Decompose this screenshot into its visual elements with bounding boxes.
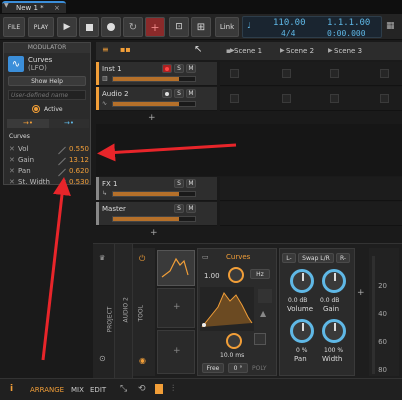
meter-tick: 20 <box>378 282 387 290</box>
meter-tick: 80 <box>378 366 387 374</box>
modulator-icon[interactable]: ◉ <box>139 356 146 365</box>
curve-up-icon[interactable]: ▲ <box>260 309 266 318</box>
expand-icon[interactable]: ⤡ <box>120 384 127 394</box>
right-invert-button[interactable]: R- <box>336 253 350 263</box>
volume-label: Volume <box>287 305 314 313</box>
folder-icon[interactable]: ▭ <box>202 253 209 261</box>
project-strip: ♛ PROJECT ⊙ <box>93 244 115 379</box>
l-label: L- <box>286 254 292 262</box>
curves-title: Curves <box>226 253 251 261</box>
volume-value: 0.0 dB <box>288 297 308 304</box>
arrow-to-modulator <box>97 143 237 162</box>
meter-tick: 40 <box>378 310 387 318</box>
gain-knob[interactable] <box>322 269 346 293</box>
meter-bar <box>372 256 375 374</box>
width-value: 100 % <box>324 347 344 354</box>
phase-label: 0 ° <box>233 364 243 372</box>
modulator-slot-empty[interactable]: + <box>157 288 195 328</box>
project-label: PROJECT <box>106 306 114 333</box>
phase-field[interactable]: 0 ° <box>228 363 248 373</box>
remote-icon[interactable]: ⊙ <box>99 354 106 363</box>
edit-tab[interactable]: EDIT <box>90 386 106 394</box>
curves-thumbnail-icon <box>161 257 189 278</box>
mixer-icon[interactable]: ⫶ <box>172 384 174 394</box>
pan-value: 0 % <box>296 347 308 354</box>
device-panel-icon[interactable] <box>155 384 163 394</box>
tool-device: L- Swap L/R R- 0.0 dB 0.0 dB Volume Gain… <box>279 248 355 376</box>
pan-label: Pan <box>294 355 307 363</box>
add-modulator-icon: + <box>173 346 181 356</box>
gain-value: 0.0 dB <box>320 297 340 304</box>
volume-knob[interactable] <box>290 269 314 293</box>
power-icon[interactable]: ⏻ <box>139 254 145 264</box>
curve-shape-display[interactable] <box>200 287 254 331</box>
width-label: Width <box>322 355 343 363</box>
arrange-tab[interactable]: ARRANGE <box>30 386 64 394</box>
info-icon[interactable]: i <box>10 384 13 394</box>
track-label: AUDIO 2 <box>122 297 130 323</box>
tool-strip: ⏻ TOOL ◉ <box>133 248 155 376</box>
swap-label: Swap L/R <box>302 254 330 262</box>
automation-icon[interactable]: ⟲ <box>138 384 146 394</box>
time-knob[interactable] <box>226 333 242 349</box>
pan-knob[interactable] <box>290 319 314 343</box>
modulator-slot-curves[interactable] <box>157 250 195 286</box>
sync-toggle[interactable] <box>254 333 266 345</box>
left-invert-button[interactable]: L- <box>282 253 296 263</box>
free-mode-dropdown[interactable]: Free <box>202 363 224 373</box>
status-bar: i ARRANGE MIX EDIT ⤡ ⟲ ⫶ <box>0 378 402 400</box>
arrow-to-params <box>41 177 71 361</box>
poly-label[interactable]: POLY <box>252 365 267 372</box>
track-strip: AUDIO 2 <box>115 244 133 379</box>
rate-unit-dropdown[interactable]: Hz <box>250 269 270 279</box>
r-label: R- <box>339 254 347 262</box>
rate-knob[interactable] <box>228 267 244 283</box>
tool-label: TOOL <box>137 305 145 322</box>
add-device-icon[interactable]: + <box>357 288 365 298</box>
time-value: 10.0 ms <box>220 352 245 359</box>
rate-unit-label: Hz <box>256 270 264 278</box>
add-modulator-icon: + <box>173 302 181 312</box>
free-label: Free <box>206 364 220 372</box>
swap-lr-button[interactable]: Swap L/R <box>298 253 334 263</box>
crown-icon: ♛ <box>99 254 106 262</box>
modulator-slot-empty[interactable]: + <box>157 330 195 374</box>
level-meter: 20 40 60 80 <box>369 248 399 376</box>
curve-preview <box>258 289 272 303</box>
device-panel: ♛ PROJECT ⊙ AUDIO 2 ⏻ TOOL ◉ + + ▭ Curve… <box>93 243 402 379</box>
meter-tick: 60 <box>378 338 387 346</box>
curves-editor: ▭ Curves 1.00 Hz ▲ 10.0 ms Free 0 ° POLY <box>197 248 277 376</box>
gain-label: Gain <box>323 305 340 313</box>
width-knob[interactable] <box>322 319 346 343</box>
rate-value[interactable]: 1.00 <box>204 272 220 280</box>
mix-tab[interactable]: MIX <box>71 386 84 394</box>
